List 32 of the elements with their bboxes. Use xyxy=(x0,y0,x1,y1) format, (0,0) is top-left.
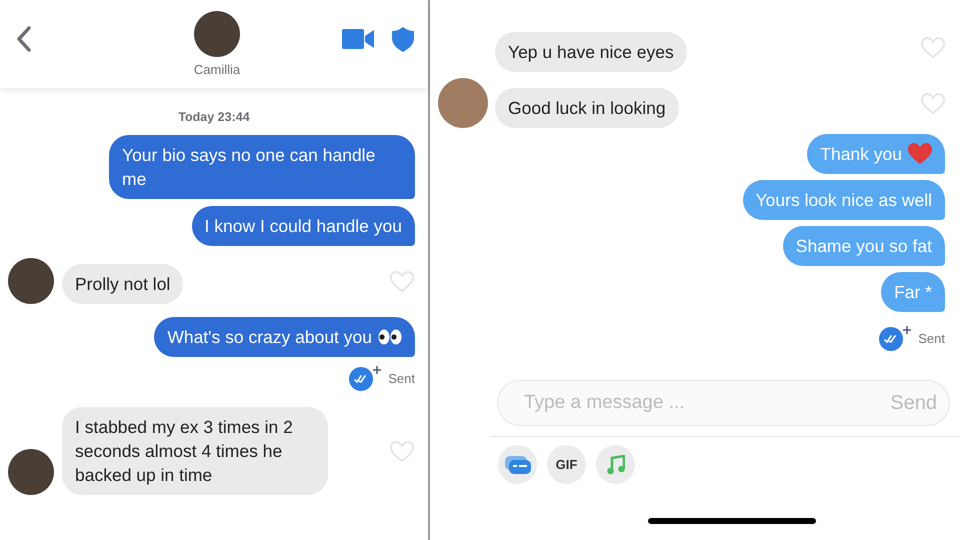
music-note-icon xyxy=(606,454,624,474)
contact-avatar[interactable] xyxy=(8,449,54,495)
sent-message: I know I could handle you xyxy=(192,206,415,246)
contact-avatar[interactable] xyxy=(8,258,54,304)
video-camera-icon[interactable] xyxy=(342,29,374,49)
music-button[interactable] xyxy=(596,445,635,484)
sent-message: Shame you so fat xyxy=(782,226,945,266)
gif-button[interactable]: GIF xyxy=(547,445,586,484)
date-label: Today 23:44 xyxy=(178,110,250,124)
sent-message: Far * xyxy=(881,272,945,312)
profile-avatar[interactable] xyxy=(194,11,240,57)
contact-name: Camillia xyxy=(194,62,240,77)
shield-icon[interactable] xyxy=(392,26,414,52)
card-button[interactable] xyxy=(498,445,537,484)
sent-message: Your bio says no one can handle me xyxy=(109,135,415,199)
send-button[interactable]: Send xyxy=(890,392,937,414)
sent-message: Yours look nice as well xyxy=(742,180,945,220)
sent-message: What's so crazy about you xyxy=(154,317,415,357)
received-message: Good luck in looking xyxy=(495,88,679,128)
eyes-emoji-icon xyxy=(378,329,402,345)
message-input[interactable]: Type a message ... Send xyxy=(497,380,950,426)
sent-status: Sent xyxy=(918,330,945,346)
received-message: Yep u have nice eyes xyxy=(495,32,687,72)
received-message: I stabbed my ex 3 times in 2 seconds almost 4 times he backed up in time xyxy=(62,407,328,495)
read-receipt-icon xyxy=(348,364,382,392)
sent-message: Thank you xyxy=(807,134,945,174)
heart-emoji-icon xyxy=(908,143,932,165)
card-icon xyxy=(504,456,530,474)
received-message: Prolly not lol xyxy=(62,264,184,304)
read-receipt-icon xyxy=(878,324,912,352)
back-icon[interactable] xyxy=(16,26,32,52)
sent-status: Sent xyxy=(388,370,415,386)
